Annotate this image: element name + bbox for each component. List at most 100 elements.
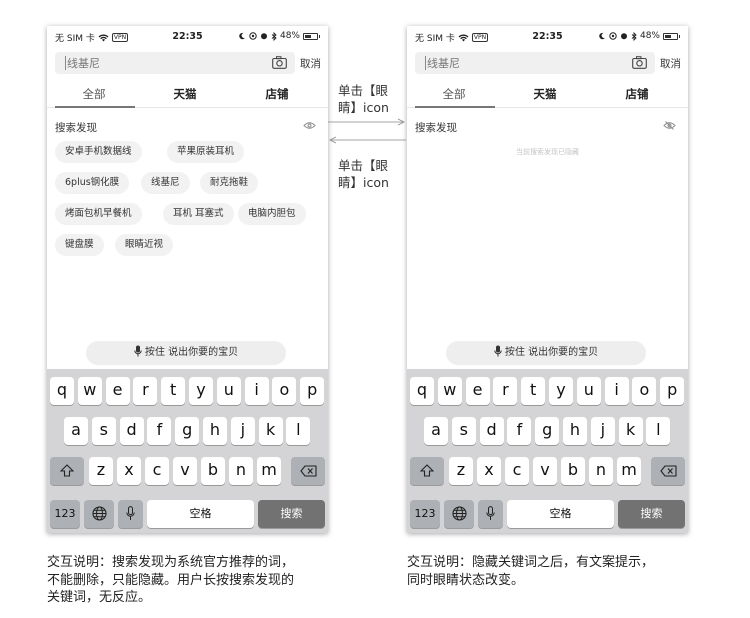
backspace-key[interactable] xyxy=(651,457,685,485)
key-j[interactable]: j xyxy=(590,417,615,445)
key-x[interactable]: x xyxy=(117,457,141,485)
key-q[interactable]: q xyxy=(410,377,434,405)
eye-open-icon[interactable] xyxy=(303,121,316,130)
dictation-key[interactable] xyxy=(118,500,143,528)
keyword-chip[interactable]: 线基尼 xyxy=(141,172,190,194)
key-g[interactable]: g xyxy=(175,417,200,445)
key-g[interactable]: g xyxy=(535,417,560,445)
numbers-key[interactable]: 123 xyxy=(50,500,80,528)
numbers-key[interactable]: 123 xyxy=(410,500,440,528)
tab-shops[interactable]: 店铺 xyxy=(597,86,677,102)
key-w[interactable]: w xyxy=(437,377,462,405)
key-z[interactable]: z xyxy=(89,457,113,485)
keyword-chip[interactable]: 耐克拖鞋 xyxy=(200,172,259,194)
key-k[interactable]: k xyxy=(618,417,643,445)
key-o[interactable]: o xyxy=(272,377,297,405)
key-e[interactable]: e xyxy=(105,377,130,405)
key-z[interactable]: z xyxy=(449,457,473,485)
keyword-chip[interactable]: 烤面包机早餐机 xyxy=(55,203,142,225)
key-x[interactable]: x xyxy=(477,457,501,485)
search-key[interactable]: 搜索 xyxy=(258,500,325,528)
key-u[interactable]: u xyxy=(216,377,241,405)
shift-key[interactable] xyxy=(50,457,84,485)
key-l[interactable]: l xyxy=(286,417,311,445)
keyword-chip[interactable]: 耳机 耳塞式 xyxy=(163,203,234,225)
globe-key[interactable] xyxy=(444,500,474,528)
key-c[interactable]: c xyxy=(505,457,529,485)
dictation-key[interactable] xyxy=(478,500,503,528)
key-a[interactable]: a xyxy=(64,417,88,445)
key-l[interactable]: l xyxy=(646,417,671,445)
key-w[interactable]: w xyxy=(77,377,102,405)
key-j[interactable]: j xyxy=(230,417,255,445)
cancel-button[interactable]: 取消 xyxy=(300,56,321,71)
key-t[interactable]: t xyxy=(521,377,546,405)
search-input[interactable] xyxy=(67,52,247,74)
key-y[interactable]: y xyxy=(189,377,213,405)
keyword-chip[interactable]: 安卓手机数据线 xyxy=(55,141,142,163)
globe-icon xyxy=(451,506,467,521)
key-h[interactable]: h xyxy=(563,417,587,445)
globe-key[interactable] xyxy=(84,500,114,528)
key-b[interactable]: b xyxy=(561,457,585,485)
key-m[interactable]: m xyxy=(257,457,281,485)
key-n[interactable]: n xyxy=(229,457,253,485)
eye-closed-icon[interactable] xyxy=(663,121,676,130)
tab-all[interactable]: 全部 xyxy=(414,86,494,102)
keyword-chip[interactable]: 苹果原装耳机 xyxy=(167,141,245,163)
key-k[interactable]: k xyxy=(258,417,283,445)
key-p[interactable]: p xyxy=(300,377,325,405)
backspace-key[interactable] xyxy=(291,457,325,485)
voice-search-button[interactable]: 按住 说出你要的宝贝 xyxy=(446,341,646,365)
key-c[interactable]: c xyxy=(145,457,169,485)
key-b[interactable]: b xyxy=(201,457,225,485)
key-d[interactable]: d xyxy=(479,417,504,445)
shift-icon xyxy=(419,464,435,477)
search-bar[interactable] xyxy=(415,52,655,74)
cancel-button[interactable]: 取消 xyxy=(660,56,681,71)
keyword-chip[interactable]: 电脑内胆包 xyxy=(238,203,306,225)
key-v[interactable]: v xyxy=(533,457,557,485)
key-n[interactable]: n xyxy=(589,457,613,485)
key-p[interactable]: p xyxy=(660,377,685,405)
key-v[interactable]: v xyxy=(173,457,197,485)
key-s[interactable]: s xyxy=(91,417,116,445)
status-bar: 无 SIM 卡 VPN 22:35 48% xyxy=(407,26,688,48)
camera-icon[interactable] xyxy=(272,56,287,69)
key-t[interactable]: t xyxy=(161,377,186,405)
tab-shops[interactable]: 店铺 xyxy=(237,86,317,102)
key-r[interactable]: r xyxy=(133,377,158,405)
caption-line: 同时眼睛状态改变。 xyxy=(407,572,525,588)
key-m[interactable]: m xyxy=(617,457,641,485)
keyword-chip[interactable]: 6plus钢化膜 xyxy=(55,172,130,194)
space-key[interactable]: 空格 xyxy=(147,500,254,528)
search-input[interactable] xyxy=(427,52,607,74)
key-q[interactable]: q xyxy=(50,377,74,405)
key-f[interactable]: f xyxy=(147,417,172,445)
tab-tmall[interactable]: 天猫 xyxy=(145,86,225,102)
search-key[interactable]: 搜索 xyxy=(618,500,685,528)
key-f[interactable]: f xyxy=(507,417,532,445)
key-i[interactable]: i xyxy=(604,377,629,405)
key-r[interactable]: r xyxy=(493,377,518,405)
key-u[interactable]: u xyxy=(576,377,601,405)
search-bar[interactable] xyxy=(55,52,295,74)
caption-line: 不能删除，只能隐藏。用户长按搜索发现的 xyxy=(47,572,295,588)
key-e[interactable]: e xyxy=(465,377,490,405)
shift-key[interactable] xyxy=(410,457,444,485)
caption-line: 交互说明：隐藏关键词之后，有文案提示， xyxy=(407,555,655,570)
key-s[interactable]: s xyxy=(451,417,476,445)
key-i[interactable]: i xyxy=(244,377,269,405)
space-key[interactable]: 空格 xyxy=(507,500,614,528)
key-o[interactable]: o xyxy=(632,377,657,405)
key-h[interactable]: h xyxy=(203,417,227,445)
keyword-chip[interactable]: 键盘膜 xyxy=(55,234,104,256)
camera-icon[interactable] xyxy=(632,56,647,69)
tab-all[interactable]: 全部 xyxy=(54,86,134,102)
keyword-chip[interactable]: 眼睛近视 xyxy=(115,234,174,256)
voice-search-button[interactable]: 按住 说出你要的宝贝 xyxy=(86,341,286,365)
key-y[interactable]: y xyxy=(549,377,573,405)
key-a[interactable]: a xyxy=(424,417,448,445)
key-d[interactable]: d xyxy=(119,417,144,445)
tab-tmall[interactable]: 天猫 xyxy=(505,86,585,102)
